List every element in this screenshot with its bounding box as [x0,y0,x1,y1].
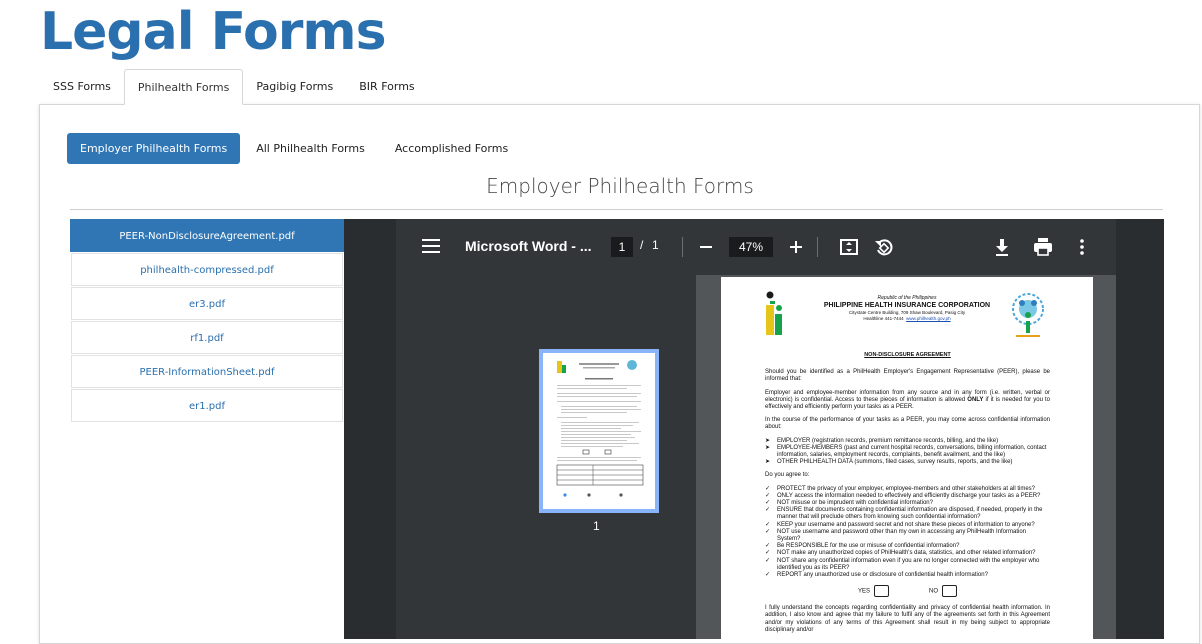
list-item: ✓ NOT share any confidential information … [765,557,1040,571]
confidential-list: ➤ EMPLOYER (registration records, premium… [765,438,1050,467]
list-item: ✓ NOT make any unauthorized copies of Phi… [765,550,1036,557]
document-paragraph: Employer and employee-member information… [765,389,1051,411]
corporate-seal-logo [1012,293,1044,337]
document-title-heading: NON-DISCLOSURE AGREEMENT [864,352,951,358]
pdf-viewer: Microsoft Word - ... 1 / 1 47% 1 Republi… [344,219,1164,639]
yes-label: YES [857,588,870,595]
more-icon[interactable] [1070,235,1094,259]
tab-sss-forms[interactable]: SSS Forms [40,69,124,105]
pill-all-philhealth-forms[interactable]: All Philhealth Forms [242,133,379,164]
no-label: NO [929,588,938,595]
file-item[interactable]: er3.pdf [71,287,343,320]
list-item: ✓ PROTECT the privacy of your employer, e… [765,485,1035,492]
list-item: ➤ OTHER PHILHEALTH DATA (summons, filed c… [765,459,1013,466]
file-item[interactable]: er1.pdf [71,389,343,422]
yes-checkbox [874,585,889,598]
list-item: ➤ EMPLOYER (registration records, premium… [765,437,999,444]
agree-intro: Do you agree to: [765,472,810,479]
pill-accomplished-forms[interactable]: Accomplished Forms [381,133,522,164]
subcategory-pills: Employer Philhealth Forms All Philhealth… [67,133,524,164]
file-item[interactable]: PEER-NonDisclosureAgreement.pdf [70,219,344,252]
file-list: PEER-NonDisclosureAgreement.pdf philheal… [70,219,344,423]
list-item: ✓ ONLY access the information needed to e… [765,492,1041,499]
toolbar-divider [817,237,818,257]
page-separator: / [640,238,644,252]
document-intro: Should you be identified as a PhilHealth… [765,369,1050,383]
zoom-out-icon[interactable] [694,235,718,259]
document-closing: I fully understand the concepts regardin… [765,605,1050,633]
page-number-input[interactable]: 1 [611,237,633,257]
pdf-toolbar: Microsoft Word - ... 1 / 1 47% [396,219,1116,275]
page-total: 1 [652,238,659,252]
tab-philhealth-forms[interactable]: Philhealth Forms [123,69,244,105]
menu-icon[interactable] [422,239,440,253]
file-item[interactable]: philhealth-compressed.pdf [71,253,343,286]
page-thumbnail[interactable] [539,349,659,513]
pdf-page: Republic of the Philippines PHILIPPINE H… [721,277,1093,639]
tab-bir-forms[interactable]: BIR Forms [346,69,427,105]
thumbnail-panel: 1 [396,275,696,639]
list-item: ✓ NOT misuse or be imprudent with confide… [765,500,933,507]
rotate-icon[interactable] [872,235,896,259]
document-body: NON-DISCLOSURE AGREEMENT Should you be i… [765,352,1050,639]
viewer-gutter-right[interactable] [1116,219,1164,639]
viewer-gutter-left [344,219,396,639]
file-item[interactable]: PEER-InformationSheet.pdf [71,355,343,388]
letterhead-website: www.philhealth.gov.ph [906,316,951,322]
list-item: ✓ KEEP your username and password secret … [765,521,1035,528]
section-title: Employer Philhealth Forms [486,174,754,198]
file-item[interactable]: rf1.pdf [71,321,343,354]
yes-no-checkboxes: YES NO [765,585,1050,598]
page-title: Legal Forms [40,2,387,62]
toolbar-divider [682,237,683,257]
no-checkbox [942,585,957,598]
pill-employer-philhealth-forms[interactable]: Employer Philhealth Forms [67,133,241,164]
fit-page-icon[interactable] [837,235,861,259]
zoom-in-icon[interactable] [784,235,808,259]
document-paragraph: In the course of the performance of your… [765,417,1050,431]
list-item: ✓ NOT use username and password other tha… [765,528,1027,543]
thumbnail-page-number: 1 [593,519,600,533]
letterhead-hotline: Healthline 441-7444 [863,316,904,322]
print-icon[interactable] [1031,235,1055,259]
document-title: Microsoft Word - ... [465,238,592,254]
tab-pagibig-forms[interactable]: Pagibig Forms [243,69,346,105]
download-icon[interactable] [990,235,1014,259]
section-divider [70,209,1163,210]
zoom-level-input[interactable]: 47% [729,237,773,257]
list-item: ✓ ENSURE that documents containing confid… [765,507,1043,521]
list-item: ✓ REPORT any unauthorized use or disclosu… [765,572,988,579]
form-tabs: SSS Forms Philhealth Forms Pagibig Forms… [40,69,428,105]
list-item: ➤ EMPLOYEE-MEMBERS (past and current hosp… [765,444,1047,459]
agreement-checklist: ✓ PROTECT the privacy of your employer, e… [765,486,1050,580]
list-item: ✓ Be RESPONSIBLE for the use or misuse of… [765,543,960,550]
